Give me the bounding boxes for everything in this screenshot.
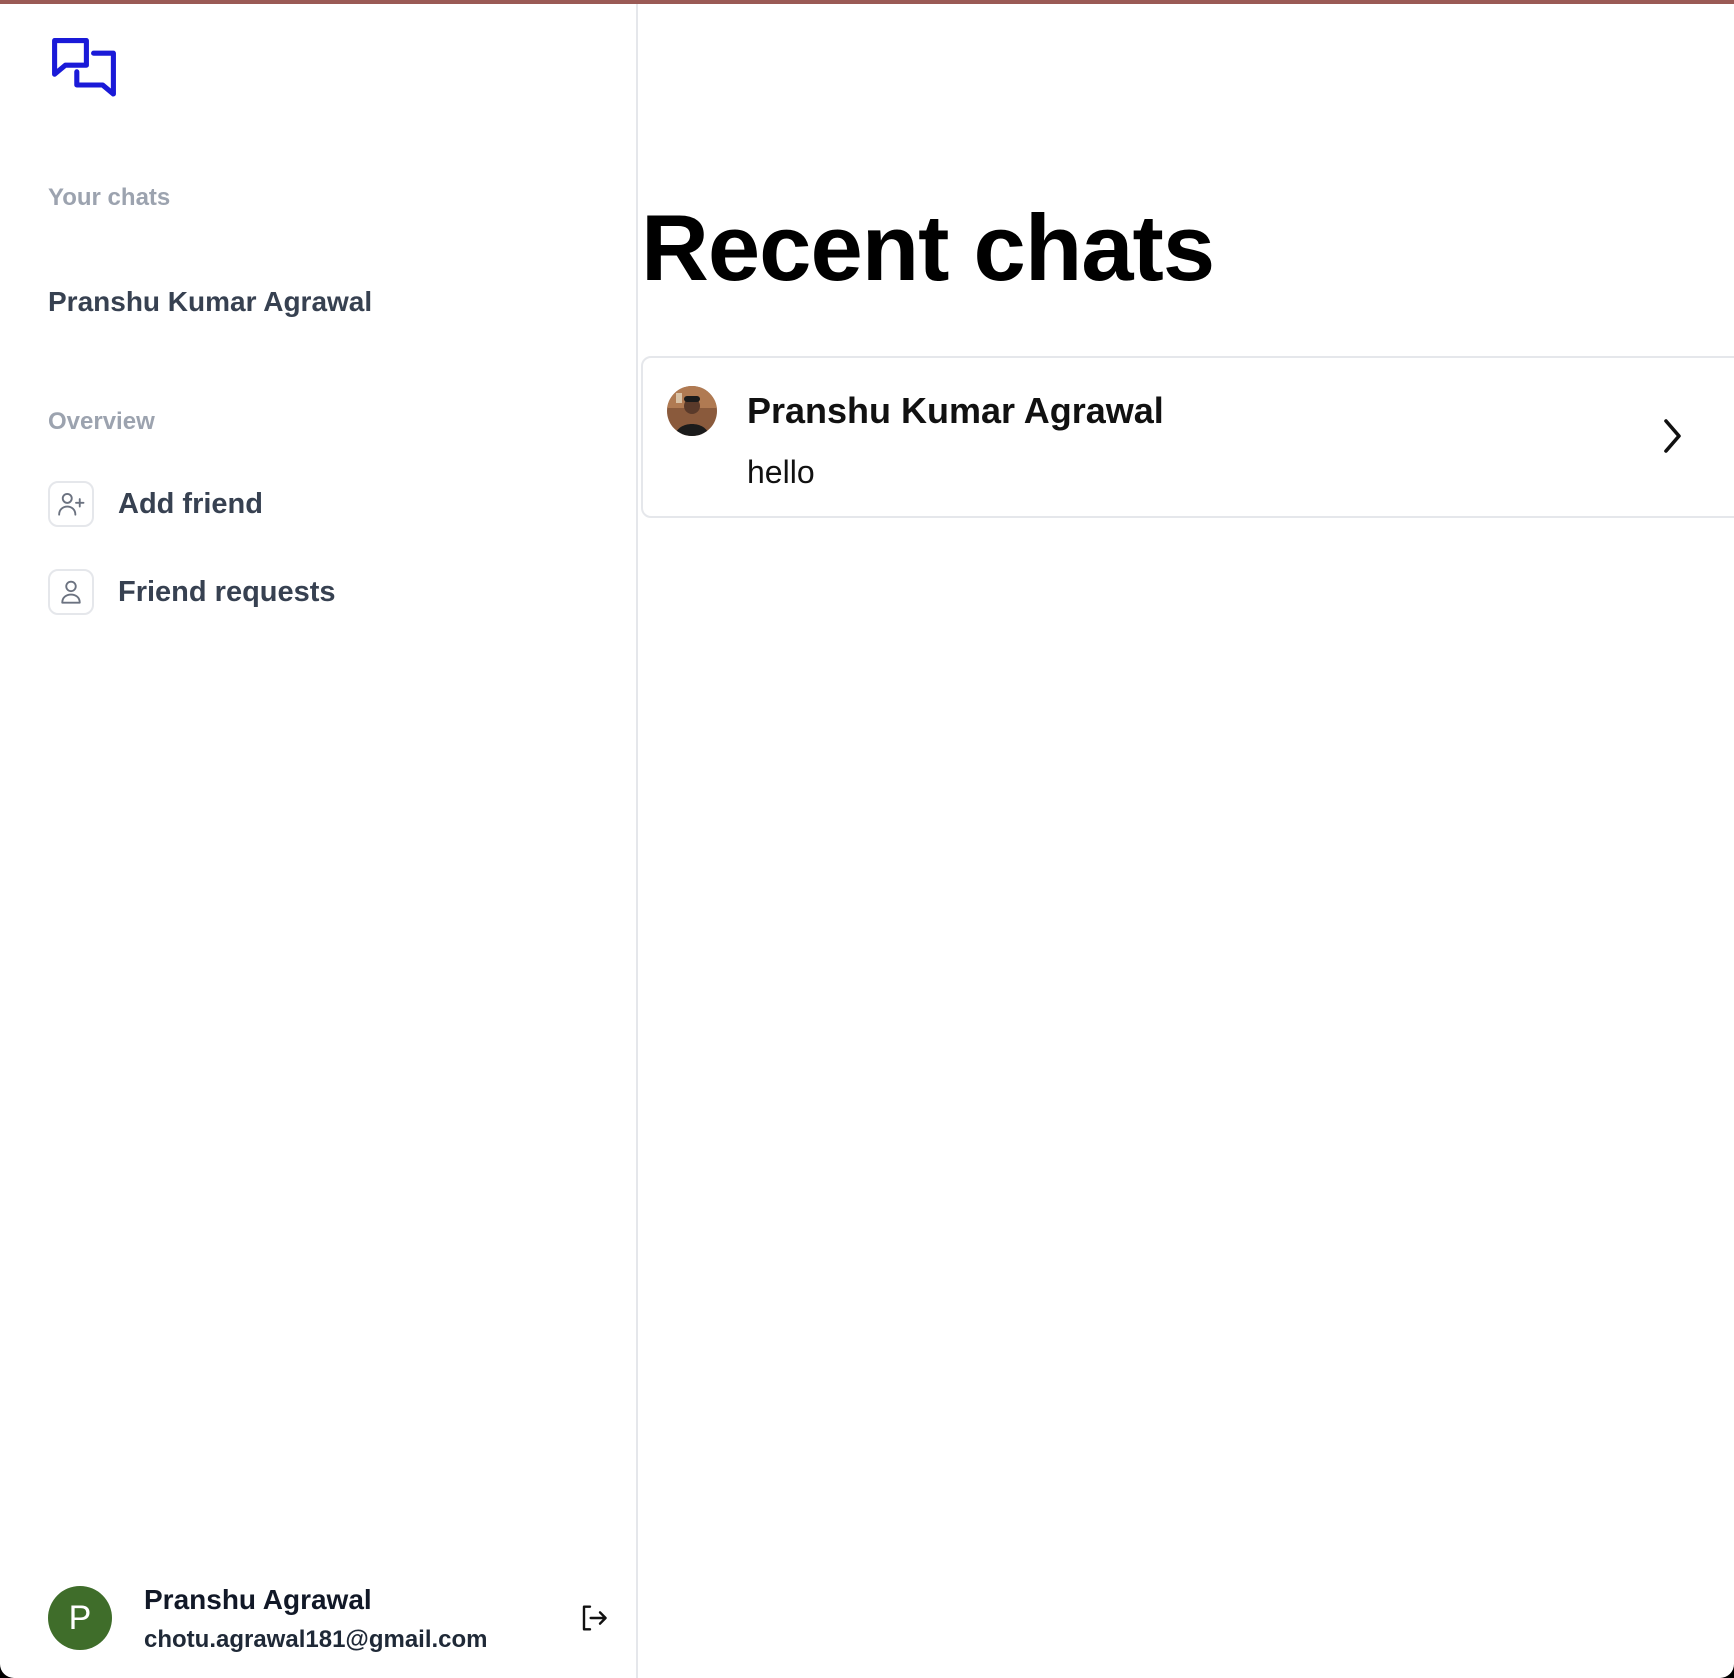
sidebar-item-add-friend[interactable]: Add friend [48, 480, 263, 528]
sidebar-chat-item[interactable]: Pranshu Kumar Agrawal [48, 286, 372, 318]
sidebar-item-label: Add friend [118, 487, 263, 520]
overview-heading: Overview [48, 408, 155, 435]
main-content: Recent chats Pranshu Kumar Agrawal hello [638, 4, 1734, 1678]
page-title: Recent chats [641, 195, 1215, 300]
sidebar-item-friend-requests[interactable]: Friend requests [48, 568, 336, 616]
user-plus-icon [48, 481, 94, 527]
sign-out-icon [582, 1605, 607, 1631]
last-message: hello [747, 454, 815, 490]
chevron-right-icon [1655, 416, 1689, 456]
user-email: chotu.agrawal181@gmail.com [144, 1626, 488, 1653]
contact-name: Pranshu Kumar Agrawal [747, 390, 1164, 431]
your-chats-heading: Your chats [48, 184, 171, 211]
sidebar-item-label: Friend requests [118, 575, 336, 608]
recent-chat-card[interactable]: Pranshu Kumar Agrawal hello [641, 356, 1734, 518]
contact-avatar [667, 386, 717, 436]
app-window: Your chats Pranshu Kumar Agrawal Overvie… [0, 0, 1734, 1678]
sign-out-button[interactable] [574, 1598, 614, 1638]
user-icon [48, 569, 94, 615]
avatar: P [48, 1586, 112, 1650]
user-profile: P Pranshu Agrawal chotu.agrawal181@gmail… [48, 1582, 608, 1654]
chat-bubbles-icon[interactable] [48, 34, 120, 106]
sidebar: Your chats Pranshu Kumar Agrawal Overvie… [0, 4, 638, 1678]
user-name: Pranshu Agrawal [144, 1584, 372, 1615]
